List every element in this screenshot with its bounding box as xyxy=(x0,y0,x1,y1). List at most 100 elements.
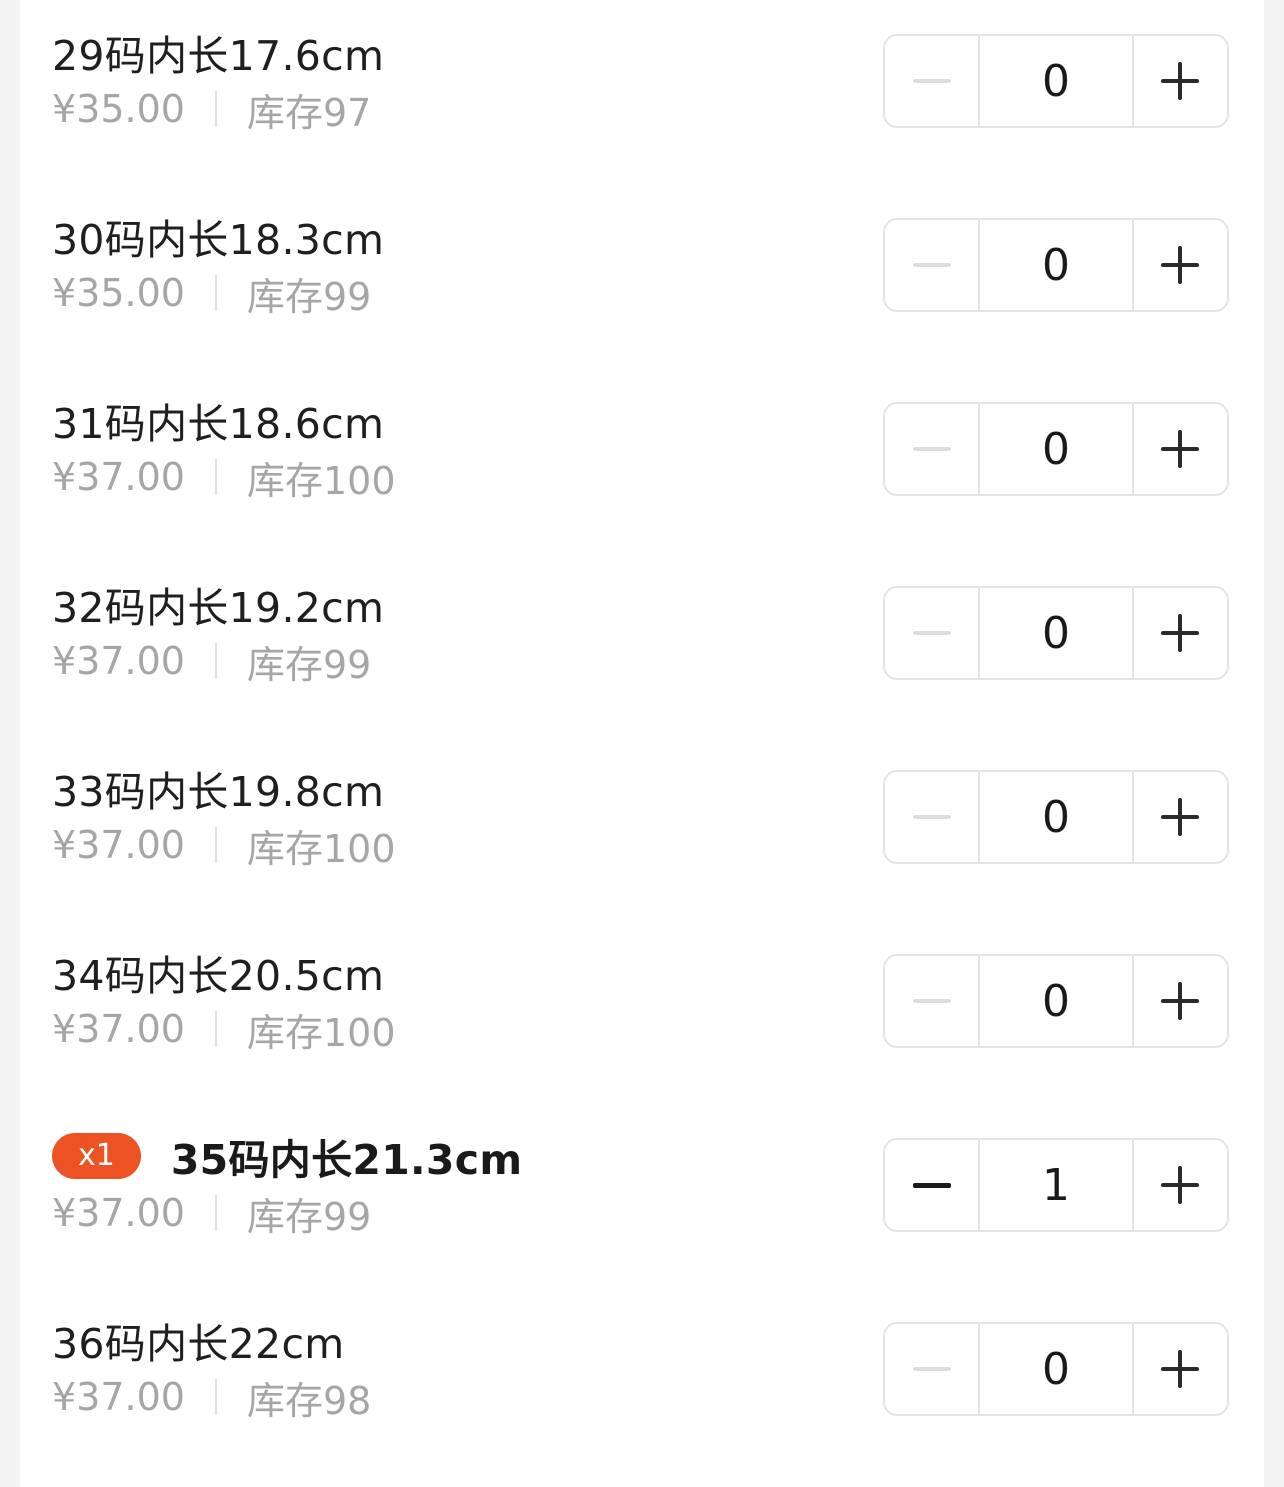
meta-divider xyxy=(214,827,217,863)
sku-price: ¥35.00 xyxy=(52,87,185,131)
sku-name-line: 32码内长19.2cm xyxy=(52,576,384,632)
sku-selection-panel: 29码内长17.6cm ¥35.00 库存97 0 30码内长18.3cm ¥3… xyxy=(20,0,1264,1487)
sku-name: 32码内长19.2cm xyxy=(52,584,385,632)
meta-divider xyxy=(214,1195,217,1231)
quantity-stepper: 0 xyxy=(883,770,1229,864)
meta-divider xyxy=(214,1379,217,1415)
quantity-stepper: 0 xyxy=(883,34,1229,128)
sku-meta: ¥37.00 库存99 xyxy=(52,636,372,687)
sku-name: 33码内长19.8cm xyxy=(52,768,385,816)
sku-meta: ¥37.00 库存100 xyxy=(52,1004,396,1055)
plus-icon xyxy=(1161,614,1200,652)
decrement-button[interactable] xyxy=(885,36,978,126)
minus-icon xyxy=(912,447,951,451)
sku-meta: ¥37.00 库存100 xyxy=(52,452,396,503)
increment-button[interactable] xyxy=(1134,36,1227,126)
quantity-stepper: 0 xyxy=(883,586,1229,680)
sku-row: 33码内长19.8cm ¥37.00 库存100 0 xyxy=(20,736,1264,920)
sku-stock: 库存97 xyxy=(246,90,372,135)
quantity-value[interactable]: 0 xyxy=(978,772,1134,862)
meta-divider xyxy=(214,275,217,311)
decrement-button[interactable] xyxy=(885,956,978,1046)
minus-icon xyxy=(912,999,951,1003)
increment-button[interactable] xyxy=(1134,588,1227,678)
sku-name-line: 29码内长17.6cm xyxy=(52,24,384,80)
sku-stock: 库存99 xyxy=(246,642,372,687)
sku-name-line: 36码内长22cm xyxy=(52,1312,345,1368)
plus-icon xyxy=(1161,982,1200,1020)
quantity-value[interactable]: 0 xyxy=(978,36,1134,126)
increment-button[interactable] xyxy=(1134,220,1227,310)
increment-button[interactable] xyxy=(1134,1324,1227,1414)
minus-icon xyxy=(912,631,951,635)
quantity-stepper: 0 xyxy=(883,218,1229,312)
minus-icon xyxy=(912,79,951,83)
quantity-value[interactable]: 1 xyxy=(978,1140,1134,1230)
sku-meta: ¥37.00 库存100 xyxy=(52,820,396,871)
plus-icon xyxy=(1161,430,1200,468)
sku-meta: ¥37.00 库存98 xyxy=(52,1372,372,1423)
sku-name-line: 33码内长19.8cm xyxy=(52,760,384,816)
decrement-button[interactable] xyxy=(885,588,978,678)
sku-name: 29码内长17.6cm xyxy=(52,32,385,80)
sku-stock: 库存100 xyxy=(246,458,396,503)
sku-meta: ¥37.00 库存99 xyxy=(52,1188,372,1239)
quantity-stepper: 0 xyxy=(883,954,1229,1048)
sku-row: 29码内长17.6cm ¥35.00 库存97 0 xyxy=(20,0,1264,184)
sku-price: ¥37.00 xyxy=(52,639,185,683)
decrement-button[interactable] xyxy=(885,772,978,862)
sku-name: 30码内长18.3cm xyxy=(52,216,385,264)
sku-name-line: x1 35码内长21.3cm xyxy=(52,1128,522,1184)
sku-name: 36码内长22cm xyxy=(52,1320,345,1368)
quantity-value[interactable]: 0 xyxy=(978,220,1134,310)
plus-icon xyxy=(1161,246,1200,284)
quantity-value[interactable]: 0 xyxy=(978,956,1134,1046)
plus-icon xyxy=(1161,1166,1200,1204)
decrement-button[interactable] xyxy=(885,1324,978,1414)
sku-price: ¥37.00 xyxy=(52,455,185,499)
increment-button[interactable] xyxy=(1134,1140,1227,1230)
minus-icon xyxy=(912,815,951,819)
sku-row: x1 35码内长21.3cm ¥37.00 库存99 1 xyxy=(20,1104,1264,1288)
minus-icon xyxy=(912,263,951,267)
quantity-value[interactable]: 0 xyxy=(978,1324,1134,1414)
sku-name-line: 34码内长20.5cm xyxy=(52,944,384,1000)
plus-icon xyxy=(1161,1350,1200,1388)
sku-stock: 库存100 xyxy=(246,1010,396,1055)
increment-button[interactable] xyxy=(1134,956,1227,1046)
sku-row: 34码内长20.5cm ¥37.00 库存100 0 xyxy=(20,920,1264,1104)
decrement-button[interactable] xyxy=(885,220,978,310)
sku-stock: 库存100 xyxy=(246,826,396,871)
minus-icon xyxy=(912,1182,951,1188)
quantity-value[interactable]: 0 xyxy=(978,588,1134,678)
sku-price: ¥37.00 xyxy=(52,823,185,867)
sku-name: 31码内长18.6cm xyxy=(52,400,385,448)
sku-name: 35码内长21.3cm xyxy=(170,1136,523,1184)
meta-divider xyxy=(214,459,217,495)
meta-divider xyxy=(214,1011,217,1047)
quantity-stepper: 0 xyxy=(883,402,1229,496)
sku-name-line: 31码内长18.6cm xyxy=(52,392,384,448)
plus-icon xyxy=(1161,62,1200,100)
quantity-stepper: 0 xyxy=(883,1322,1229,1416)
plus-icon xyxy=(1161,798,1200,836)
decrement-button[interactable] xyxy=(885,1140,978,1230)
sku-row: 32码内长19.2cm ¥37.00 库存99 0 xyxy=(20,552,1264,736)
sku-name: 34码内长20.5cm xyxy=(52,952,385,1000)
increment-button[interactable] xyxy=(1134,404,1227,494)
sku-price: ¥37.00 xyxy=(52,1375,185,1419)
increment-button[interactable] xyxy=(1134,772,1227,862)
sku-price: ¥35.00 xyxy=(52,271,185,315)
sku-meta: ¥35.00 库存99 xyxy=(52,268,372,319)
sku-stock: 库存99 xyxy=(246,274,372,319)
quantity-value[interactable]: 0 xyxy=(978,404,1134,494)
minus-icon xyxy=(912,1367,951,1371)
sku-price: ¥37.00 xyxy=(52,1191,185,1235)
decrement-button[interactable] xyxy=(885,404,978,494)
sku-row: 36码内长22cm ¥37.00 库存98 0 xyxy=(20,1288,1264,1472)
sku-stock: 库存98 xyxy=(246,1378,372,1423)
sku-price: ¥37.00 xyxy=(52,1007,185,1051)
selected-quantity-badge: x1 xyxy=(52,1133,141,1179)
sku-stock: 库存99 xyxy=(246,1194,372,1239)
sku-name-line: 30码内长18.3cm xyxy=(52,208,384,264)
